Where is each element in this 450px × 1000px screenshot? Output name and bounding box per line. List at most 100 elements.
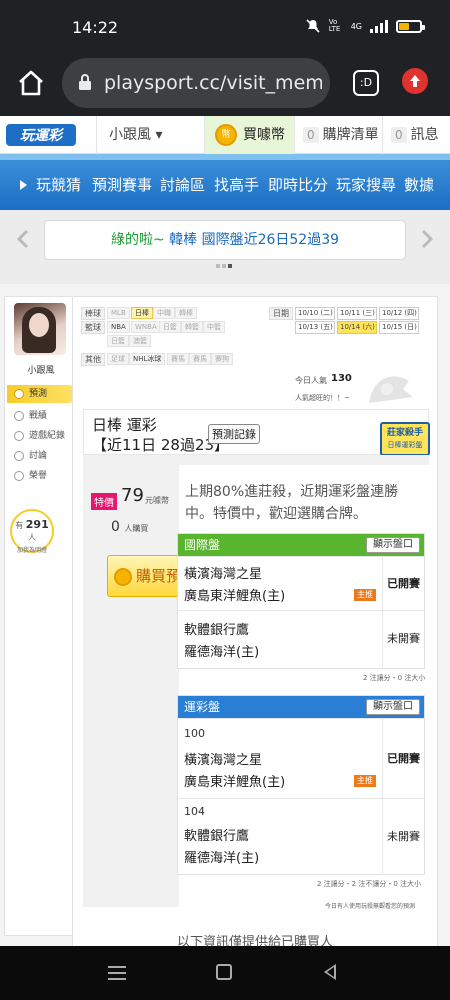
table-row: 軟體銀行鷹 羅德海洋(主) 未開賽 — [178, 610, 424, 667]
date-1013[interactable]: 10/13 (五) — [295, 321, 335, 334]
honor-icon — [14, 471, 24, 481]
chip-mlb[interactable]: MLB — [107, 307, 130, 319]
status-icons: Vo LTE 4G — [305, 18, 425, 34]
sidebar-item-history[interactable]: 遊戲紀錄 — [7, 427, 77, 445]
chip-npb[interactable]: 日棒 — [131, 307, 153, 319]
show-odds-button[interactable]: 顯示盤口 — [366, 537, 420, 553]
home-icon[interactable] — [14, 66, 48, 100]
avatar[interactable] — [14, 303, 66, 355]
chip-horse2[interactable]: 賽馬 — [189, 353, 211, 365]
sidebar-item-label: 討論 — [29, 451, 48, 461]
date-1014[interactable]: 10/14 (六) — [337, 321, 377, 334]
popularity-value: 130 — [331, 373, 352, 384]
date-1010[interactable]: 10/10 (二) — [295, 307, 335, 320]
team-home: 羅德海洋(主) — [184, 851, 260, 866]
date-1011[interactable]: 10/11 (三) — [337, 307, 377, 320]
sidebar-item-discuss[interactable]: 討論 — [7, 447, 77, 465]
carousel-dots — [216, 264, 232, 268]
buy-coin-label: 買噱幣 — [243, 127, 285, 143]
main-nav: 玩競猜 預測賽事 討論區 找高手 即時比分 玩家搜尋 數據 — [0, 154, 450, 210]
price-value: 79 — [121, 485, 144, 506]
address-bar[interactable]: playsport.cc/visit_memb — [62, 58, 330, 108]
team-home: 羅德海洋(主) — [184, 645, 260, 660]
url-text[interactable]: playsport.cc/visit_memb — [104, 72, 322, 94]
logo-text: 玩運彩 — [20, 128, 65, 144]
game-status: 未開賽 — [382, 799, 424, 875]
date-1012[interactable]: 10/12 (四) — [379, 307, 419, 320]
chip-kbl[interactable]: 韓籃 — [181, 321, 203, 333]
status-bar: 14:22 Vo LTE 4G — [0, 0, 450, 52]
lottery-odds-table: 運彩盤 顯示盤口 100 橫濱海灣之星 廣島東洋鯉魚(主) 主推 已開賽 104… — [177, 695, 425, 875]
chip-jbl2[interactable]: 日籃 — [107, 335, 129, 347]
update-icon[interactable] — [402, 68, 428, 94]
chip-soccer[interactable]: 足球 — [107, 353, 129, 365]
history-icon — [14, 431, 24, 441]
chip-cba[interactable]: 中籃 — [203, 321, 225, 333]
intl-table-footer: 2 注讓分・0 注大小 — [363, 674, 426, 682]
ticker-message[interactable]: 綠的啦~ 韓棒 國際盤近26日52過39 — [44, 220, 406, 260]
chip-dog[interactable]: 賽狗 — [211, 353, 233, 365]
coin-icon — [114, 568, 132, 586]
main-panel: 棒球 MLB 日棒 中職 韓棒 籃球 NBA WNBA 日籃 韓籃 中籃 日籃 … — [72, 296, 438, 956]
chip-horse[interactable]: 賽馬 — [167, 353, 189, 365]
show-odds-button[interactable]: 顯示盤口 — [366, 699, 420, 715]
game-number: 104 — [184, 805, 205, 818]
home-button-icon[interactable] — [216, 964, 232, 980]
tab-switcher-button[interactable]: :D — [353, 70, 379, 96]
fans-suffix: 加我為明燈 — [16, 547, 47, 554]
sidebar-item-honor[interactable]: 榮譽 — [7, 467, 77, 485]
main-pick-badge: 主推 — [354, 589, 376, 601]
nav-item-livescore[interactable]: 即時比分 — [268, 160, 328, 210]
chip-nba[interactable]: NBA — [107, 321, 130, 333]
fans-counter[interactable]: 有 291 人 加我為明燈 — [10, 509, 54, 554]
buyers-value: 0 — [111, 519, 120, 535]
banker-killer-badge: 莊家殺手 日棒運彩盤 — [380, 422, 430, 456]
buy-coin-button[interactable]: 幣 買噱幣 — [204, 116, 294, 154]
site-logo[interactable]: 玩運彩 — [6, 122, 76, 148]
team-home: 廣島東洋鯉魚(主) — [184, 589, 286, 604]
profile-sidebar: 小跟風 預測 戰績 遊戲紀錄 討論 榮譽 有 291 人 加我為明燈 — [4, 296, 77, 936]
mascot-icon — [369, 376, 413, 403]
mute-icon — [306, 19, 320, 33]
chip-nbl[interactable]: 澳籃 — [129, 335, 151, 347]
nav-item-search[interactable]: 玩家搜尋 — [336, 160, 396, 210]
nav-item-forum[interactable]: 討論區 — [160, 160, 205, 210]
chevron-left-icon[interactable] — [14, 228, 32, 250]
special-price-tag: 特價 — [91, 493, 117, 510]
table-row: 104 軟體銀行鷹 羅德海洋(主) 未開賽 — [178, 798, 424, 875]
game-status: 未開賽 — [382, 611, 424, 667]
chevron-right-icon[interactable] — [418, 228, 436, 250]
sidebar-item-predict[interactable]: 預測 — [7, 385, 77, 403]
chip-nhl[interactable]: NHL冰球 — [129, 353, 166, 365]
network-type: 4G — [350, 21, 362, 31]
messages-button[interactable]: 0 訊息 — [382, 116, 450, 154]
nav-item-predict[interactable]: 預測賽事 — [92, 160, 152, 210]
filter-label-other: 其他 — [81, 353, 105, 366]
game-status: 已開賽 — [382, 719, 424, 799]
site-header: 玩運彩 小跟風 ▾ 幣 買噱幣 0 購牌清單 0 訊息 — [0, 116, 450, 154]
chip-cpbl[interactable]: 中職 — [153, 307, 175, 319]
team-home: 廣島東洋鯉魚(主) — [184, 775, 286, 790]
lock-icon — [79, 74, 91, 90]
intl-table-title: 國際盤 — [184, 538, 221, 552]
prediction-record-button[interactable]: 預測記錄 — [208, 424, 260, 444]
sidebar-item-record[interactable]: 戰績 — [7, 407, 77, 425]
card-league: 日棒 運彩 — [92, 416, 157, 434]
msg-count: 0 — [391, 127, 407, 143]
chip-wnba[interactable]: WNBA — [131, 321, 161, 333]
footnote: 今日有人使用玩殺無觀看您的預測 — [325, 903, 416, 910]
date-1015[interactable]: 10/15 (日) — [379, 321, 419, 334]
nav-item-experts[interactable]: 找高手 — [214, 160, 259, 210]
nav-item-guess[interactable]: 玩競猜 — [36, 160, 81, 210]
team-away: 軟體銀行鷹 — [184, 829, 250, 844]
nav-item-data[interactable]: 數據 — [404, 160, 434, 210]
cart-button[interactable]: 0 購牌清單 — [294, 116, 382, 154]
chip-kbo[interactable]: 韓棒 — [175, 307, 197, 319]
user-menu[interactable]: 小跟風 ▾ — [96, 116, 204, 154]
price-column: 特價 79 元噱幣 0 人購買 — [83, 465, 179, 907]
chip-jbl[interactable]: 日籃 — [159, 321, 181, 333]
back-icon[interactable] — [324, 964, 336, 980]
lottery-table-header: 運彩盤 顯示盤口 — [178, 696, 424, 718]
recent-apps-icon[interactable] — [108, 966, 126, 984]
filter-label-basketball: 籃球 — [81, 321, 105, 334]
